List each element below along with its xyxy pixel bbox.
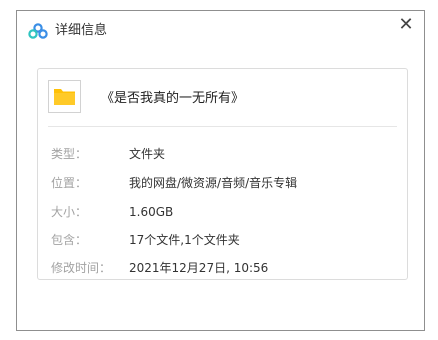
type-value: 文件夹 (129, 147, 166, 161)
divider (48, 126, 397, 127)
info-row-contains: 包含： 17个文件,1个文件夹 (51, 231, 401, 249)
info-row-modified: 修改时间： 2021年12月27日, 10:56 (51, 259, 401, 277)
location-value: 我的网盘/微资源/音频/音乐专辑 (129, 176, 298, 190)
file-info-card: 《是否我真的一无所有》 类型： 文件夹 位置： 我的网盘/微资源/音频/音乐专辑… (37, 68, 408, 280)
modified-value: 2021年12月27日, 10:56 (129, 261, 269, 275)
type-label: 类型： (51, 147, 88, 161)
size-value: 1.60GB (129, 205, 174, 219)
folder-icon (54, 89, 75, 105)
info-row-location: 位置： 我的网盘/微资源/音频/音乐专辑 (51, 174, 401, 192)
modified-label: 修改时间： (51, 261, 112, 275)
details-dialog: 详细信息 ✕ 《是否我真的一无所有》 类型： 文件夹 位置： 我的网盘/微资源/… (16, 10, 425, 331)
location-label: 位置： (51, 176, 88, 190)
contains-label: 包含： (51, 233, 88, 247)
dialog-titlebar: 详细信息 ✕ (17, 11, 424, 51)
info-row-type: 类型： 文件夹 (51, 145, 401, 163)
file-name: 《是否我真的一无所有》 (101, 91, 245, 106)
baidu-netdisk-logo-icon (28, 23, 48, 39)
close-icon: ✕ (398, 14, 414, 35)
close-button[interactable]: ✕ (394, 14, 418, 38)
dialog-title: 详细信息 (55, 23, 108, 38)
file-thumbnail (48, 80, 81, 113)
info-row-size: 大小： 1.60GB (51, 203, 401, 221)
size-label: 大小： (51, 205, 88, 219)
contains-value: 17个文件,1个文件夹 (129, 233, 240, 247)
